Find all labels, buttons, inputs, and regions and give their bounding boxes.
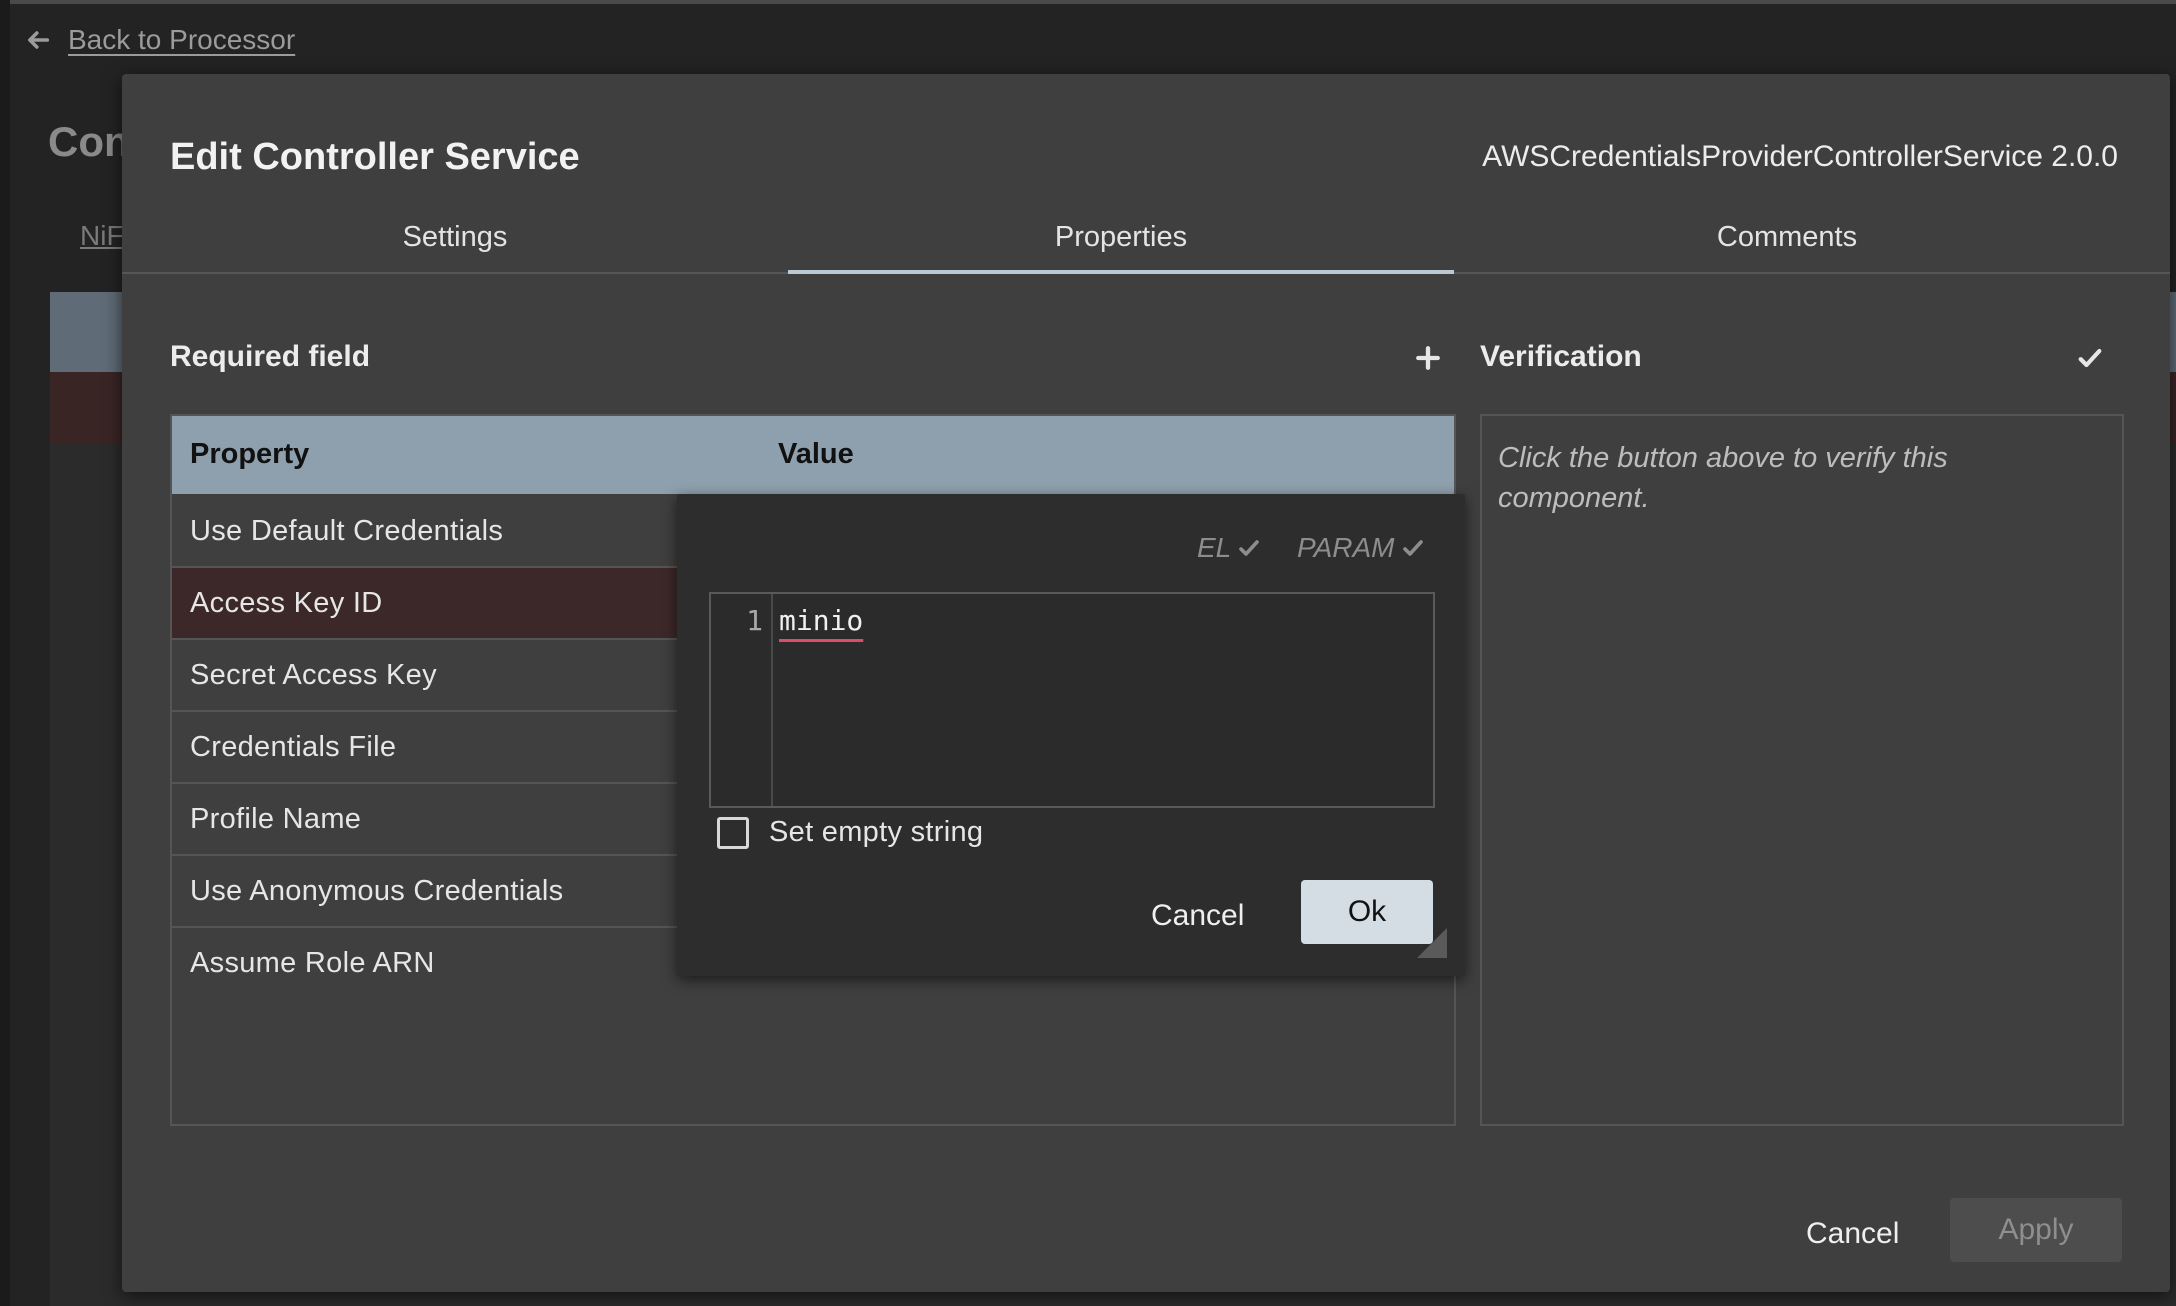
tab-comments[interactable]: Comments	[1454, 202, 2120, 272]
left-edge	[0, 0, 10, 1306]
property-column-header: Property	[190, 438, 310, 470]
tab-properties[interactable]: Properties	[788, 202, 1454, 274]
property-value-editor: EL PARAM 1 minio Set empty string Cancel…	[677, 494, 1465, 976]
back-to-processor-link[interactable]: Back to Processor	[24, 20, 295, 60]
dialog-title: Edit Controller Service	[170, 136, 580, 178]
verification-panel: Click the button above to verify this co…	[1480, 414, 2124, 1126]
set-empty-string-option[interactable]: Set empty string	[717, 816, 983, 849]
el-indicator: EL	[1197, 532, 1261, 564]
background-page-title: Con	[48, 118, 130, 165]
property-name: Use Default Credentials	[190, 514, 504, 547]
set-empty-string-checkbox[interactable]	[717, 816, 749, 849]
verification-hint: Click the button above to verify this co…	[1498, 442, 1948, 514]
add-property-button[interactable]	[1406, 336, 1450, 380]
line-gutter: 1	[711, 594, 773, 806]
property-name: Secret Access Key	[190, 658, 437, 691]
resize-handle[interactable]	[1417, 928, 1447, 958]
checkmark-icon	[2078, 348, 2102, 368]
plus-icon	[1416, 346, 1440, 370]
property-name: Profile Name	[190, 802, 362, 835]
verify-button[interactable]	[2068, 336, 2112, 380]
code-editor[interactable]: 1 minio	[709, 592, 1435, 808]
table-header: Property Value	[172, 416, 1454, 494]
back-link-label: Back to Processor	[68, 24, 296, 55]
param-indicator: PARAM	[1297, 532, 1425, 564]
apply-button[interactable]: Apply	[1950, 1198, 2122, 1262]
el-check-icon	[1239, 540, 1260, 556]
tab-settings[interactable]: Settings	[122, 202, 788, 272]
param-label: PARAM	[1297, 532, 1395, 563]
value-column-header: Value	[778, 438, 854, 470]
el-label: EL	[1197, 532, 1232, 563]
property-name: Credentials File	[190, 730, 397, 763]
editor-ok-button[interactable]: Ok	[1301, 880, 1433, 944]
dialog-tabs: Settings Properties Comments	[122, 202, 2170, 274]
set-empty-string-label: Set empty string	[769, 816, 984, 848]
dialog-cancel-button[interactable]: Cancel	[1806, 1202, 1899, 1266]
dialog-subtitle: AWSCredentialsProviderControllerService …	[1482, 140, 2118, 173]
required-field-label: Required field	[170, 340, 371, 373]
line-number: 1	[746, 604, 763, 637]
editor-cancel-button[interactable]: Cancel	[1151, 884, 1244, 948]
background-tab: NiF	[80, 220, 124, 251]
property-name: Use Anonymous Credentials	[190, 874, 564, 907]
property-name: Assume Role ARN	[190, 946, 435, 979]
arrow-left-icon	[28, 31, 50, 49]
property-name: Access Key ID	[190, 586, 383, 619]
top-border	[0, 0, 2176, 4]
param-check-icon	[1402, 540, 1423, 556]
editor-value[interactable]: minio	[779, 604, 863, 637]
verification-label: Verification	[1480, 340, 1642, 373]
